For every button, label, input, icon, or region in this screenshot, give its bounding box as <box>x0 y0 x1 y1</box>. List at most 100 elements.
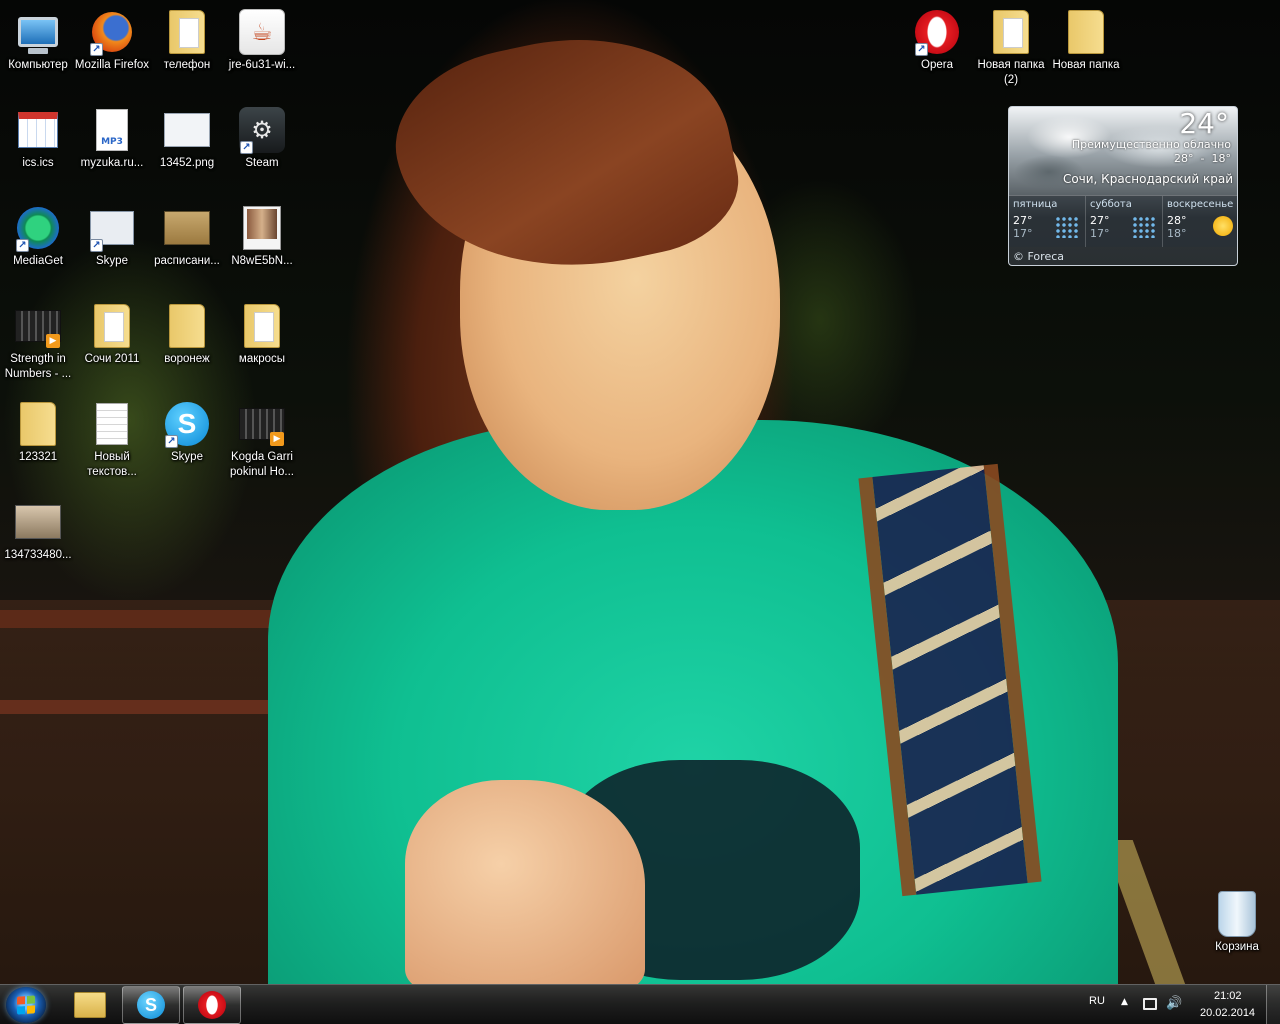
rain-icon <box>1132 216 1156 238</box>
desktop-icon-ics[interactable]: ics.ics <box>0 106 76 171</box>
desktop-icon-n8we5bn[interactable]: N8wE5bN... <box>224 204 300 269</box>
photo-file-icon <box>238 204 286 252</box>
desktop-icon-label: Strength in Numbers - ... <box>4 353 72 380</box>
weather-condition: Преимущественно облачно <box>1071 138 1231 151</box>
desktop-icon-label: 123321 <box>18 451 58 463</box>
desktop-icon-mediaget[interactable]: ↗ MediaGet <box>0 204 76 269</box>
desktop-icon-label: воронеж <box>164 353 210 365</box>
wallpaper-hand <box>405 780 645 984</box>
desktop-icon-makrosy[interactable]: макросы <box>224 302 300 367</box>
desktop-icon-skype[interactable]: S ↗ Skype <box>149 400 225 465</box>
weather-credit[interactable]: © Foreca <box>1013 250 1064 263</box>
desktop-icon-label: 134733480... <box>4 549 72 561</box>
shortcut-arrow-icon: ↗ <box>165 435 178 448</box>
desktop-icon-label: макросы <box>238 353 286 365</box>
firefox-icon: ↗ <box>88 8 136 56</box>
folder-icon <box>163 302 211 350</box>
folder-icon <box>1062 8 1110 56</box>
desktop-icon-jre[interactable]: ☕ jre-6u31-wi... <box>224 8 300 73</box>
start-button[interactable] <box>6 987 46 1023</box>
weather-gadget[interactable]: 24° Преимущественно облачно 28° - 18° Со… <box>1008 106 1238 266</box>
java-icon: ☕ <box>238 8 286 56</box>
desktop-icon-label: Steam <box>245 157 279 169</box>
forecast-day: воскресенье 28° 18° <box>1163 196 1237 247</box>
image-file-icon <box>14 498 62 546</box>
desktop-icon-label: Корзина <box>1215 941 1259 953</box>
desktop-icon-strength-in-numbers[interactable]: Strength in Numbers - ... <box>0 302 76 382</box>
shortcut-arrow-icon: ↗ <box>90 43 103 56</box>
desktop-icon-voronezh[interactable]: воронеж <box>149 302 225 367</box>
shortcut-arrow-icon: ↗ <box>90 239 103 252</box>
desktop-icon-label: Mozilla Firefox <box>74 59 150 71</box>
forecast-day-name: воскресенье <box>1167 199 1234 210</box>
desktop-icon-myzuka[interactable]: MP3 myzuka.ru... <box>74 106 150 171</box>
folder-icon <box>163 8 211 56</box>
shortcut-arrow-icon: ↗ <box>915 43 928 56</box>
folder-icon <box>88 302 136 350</box>
taskbar-skype-button[interactable]: S <box>122 986 180 1024</box>
desktop-icon-label: Компьютер <box>8 59 68 71</box>
weather-range-separator: - <box>1200 152 1205 165</box>
desktop-icon-label: Новая папка (2) <box>977 59 1045 86</box>
desktop-icon-opera[interactable]: ↗ Opera <box>899 8 975 73</box>
desktop-icon-label: MediaGet <box>13 255 63 267</box>
opera-icon <box>198 991 226 1019</box>
taskbar-opera-button[interactable] <box>183 986 241 1024</box>
forecast-day-name: пятница <box>1013 199 1058 210</box>
desktop-icon-new-folder[interactable]: Новая папка <box>1048 8 1124 73</box>
forecast-day: суббота 27° 17° <box>1086 196 1163 247</box>
weather-forecast: пятница 27° 17° суббота 27° 17° воскресе… <box>1009 195 1237 247</box>
desktop-icon-computer[interactable]: Компьютер <box>0 8 76 73</box>
weather-current-temp: 24° <box>1179 107 1229 140</box>
skype-icon: S ↗ <box>163 400 211 448</box>
desktop-icon-skype-small[interactable]: ↗ Skype <box>74 204 150 269</box>
skype-window-icon: ↗ <box>88 204 136 252</box>
folder-icon <box>987 8 1035 56</box>
desktop-icon-steam[interactable]: ⚙ ↗ Steam <box>224 106 300 171</box>
language-indicator[interactable]: RU <box>1089 995 1105 1007</box>
skype-icon: S <box>137 991 165 1019</box>
weather-temp-range: 28° - 18° <box>1174 152 1231 165</box>
desktop-icon-image-134733480[interactable]: 134733480... <box>0 498 76 563</box>
image-file-icon <box>163 204 211 252</box>
desktop-icon-firefox[interactable]: ↗ Mozilla Firefox <box>74 8 150 73</box>
taskbar-explorer-button[interactable] <box>61 986 119 1024</box>
volume-icon[interactable]: 🔊 <box>1166 996 1182 1011</box>
desktop-icon-new-folder-2[interactable]: Новая папка (2) <box>973 8 1049 88</box>
desktop-icon-label: jre-6u31-wi... <box>228 59 296 71</box>
desktop-icon-label: расписани... <box>154 255 220 267</box>
desktop-icon-new-text[interactable]: Новый текстов... <box>74 400 150 480</box>
recycle-bin-icon <box>1213 890 1261 938</box>
desktop-icon-label: ics.ics <box>22 157 54 169</box>
weather-range-high: 28° <box>1174 152 1194 165</box>
desktop-icon-label: телефон <box>163 59 211 71</box>
explorer-folder-icon <box>74 992 106 1018</box>
desktop-icon-label: N8wE5bN... <box>231 255 293 267</box>
desktop-icon-telefon[interactable]: телефон <box>149 8 225 73</box>
steam-icon: ⚙ ↗ <box>238 106 286 154</box>
desktop-icon-kogda-garri[interactable]: Kogda Garri pokinul Ho... <box>224 400 300 480</box>
clock-date[interactable]: 20.02.2014 <box>1200 1007 1255 1019</box>
weather-location: Сочи, Краснодарский край <box>1062 172 1233 186</box>
desktop-icon-raspisanie[interactable]: расписани... <box>149 204 225 269</box>
desktop-icon-13452-png[interactable]: 13452.png <box>149 106 225 171</box>
shortcut-arrow-icon: ↗ <box>240 141 253 154</box>
desktop-icon-folder-123321[interactable]: 123321 <box>0 400 76 465</box>
mediaget-icon: ↗ <box>14 204 62 252</box>
desktop-icon-label: myzuka.ru... <box>80 157 144 169</box>
forecast-day: пятница 27° 17° <box>1009 196 1086 247</box>
desktop-icon-label: Сочи 2011 <box>84 353 140 365</box>
desktop-icon-label: Новый текстов... <box>87 451 137 478</box>
show-desktop-button[interactable] <box>1266 985 1280 1024</box>
folder-icon <box>238 302 286 350</box>
desktop-icon-label: Skype <box>171 451 203 463</box>
shortcut-arrow-icon: ↗ <box>16 239 29 252</box>
show-hidden-icons-icon[interactable]: ▲ <box>1121 997 1128 1007</box>
computer-icon <box>14 8 62 56</box>
desktop-icon-recycle-bin[interactable]: Корзина <box>1199 890 1275 955</box>
desktop-icon-sochi-2011[interactable]: Сочи 2011 <box>74 302 150 367</box>
desktop-icon-label: Opera <box>921 59 953 71</box>
network-icon[interactable] <box>1143 998 1157 1010</box>
clock-time[interactable]: 21:02 <box>1214 990 1242 1002</box>
wallpaper-bench-lower <box>0 700 300 714</box>
